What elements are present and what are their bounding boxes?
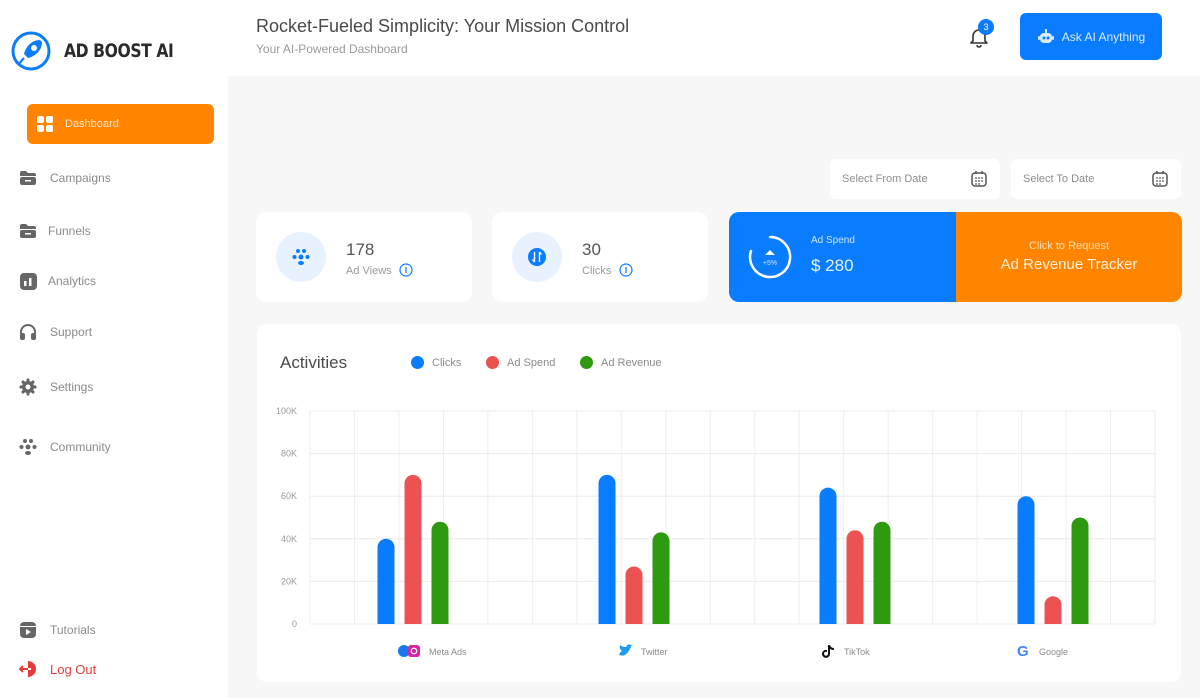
logout-button[interactable]: Log Out <box>18 657 96 681</box>
x-tick-label: TikTok <box>844 647 870 657</box>
swap-icon <box>528 248 546 266</box>
sidebar-item-label: Tutorials <box>50 623 96 637</box>
clicks-icon-circle <box>512 232 562 282</box>
y-tick-label: 20K <box>281 576 297 586</box>
notification-badge: 3 <box>978 19 994 35</box>
bar-ad-spend-google[interactable] <box>1044 596 1062 624</box>
arrow-up-icon <box>765 250 775 255</box>
bar-clicks-tiktok[interactable] <box>819 487 837 624</box>
community-icon <box>18 437 38 457</box>
sidebar-item-label: Settings <box>50 380 94 394</box>
sidebar-item-label: Campaigns <box>50 171 111 185</box>
bar-clicks-meta-ads[interactable] <box>377 538 395 624</box>
revenue-request-label: Click to Request <box>1028 240 1110 252</box>
sidebar-item-label: Funnels <box>48 224 91 238</box>
sidebar-item-label: Log Out <box>50 661 97 677</box>
bar-ad-revenue-meta-ads[interactable] <box>431 521 449 624</box>
sidebar-item-settings[interactable]: Settings <box>18 375 93 399</box>
ad-views-icon-circle <box>276 232 326 282</box>
y-tick-label: 100K <box>276 406 297 416</box>
sidebar-item-label: Community <box>50 440 111 454</box>
sidebar-item-label: Dashboard <box>65 118 119 130</box>
ad-views-label: Ad Views <box>346 265 392 277</box>
x-tick-label: Twitter <box>641 647 668 657</box>
clicks-label: Clicks <box>582 265 612 277</box>
bar-clicks-google[interactable] <box>1017 496 1035 624</box>
bar-ad-spend-meta-ads[interactable] <box>404 474 422 624</box>
ad-views-card: 178 Ad Views <box>256 212 472 302</box>
header: Rocket-Fueled Simplicity: Your Mission C… <box>228 0 1200 76</box>
ad-spend-value: $ 280 <box>811 256 854 275</box>
sidebar-item-analytics[interactable]: Analytics <box>18 269 96 293</box>
clicks-value: 30 <box>582 240 601 259</box>
ask-ai-button[interactable]: Ask AI Anything <box>1020 13 1162 60</box>
y-tick-label: 0 <box>292 619 297 629</box>
twitter-icon <box>619 644 633 656</box>
x-tick-label: Meta Ads <box>429 647 467 657</box>
to-date-input[interactable]: Select To Date <box>1011 159 1181 199</box>
ad-views-value: 178 <box>346 240 375 259</box>
sidebar-item-tutorials[interactable]: Tutorials <box>18 618 96 642</box>
spend-change: +5% <box>763 260 777 267</box>
tiktok-icon <box>822 645 834 658</box>
google-icon: G <box>1017 643 1029 660</box>
from-date-placeholder: Select From Date <box>842 173 928 185</box>
logout-icon <box>18 659 38 679</box>
folder-icon <box>18 221 38 241</box>
headphones-icon <box>18 322 38 342</box>
sidebar: AD BOOST AI Dashboard Campaigns Funnels … <box>0 0 228 698</box>
sidebar-item-label: Support <box>50 325 93 339</box>
calendar-icon <box>971 171 987 187</box>
sidebar-item-campaigns[interactable]: Campaigns <box>18 166 111 190</box>
community-icon <box>292 249 310 265</box>
page-title: Rocket-Fueled Simplicity: Your Mission C… <box>256 16 630 36</box>
progress-ring: +5% <box>748 235 792 279</box>
ad-spend-label: Ad Spend <box>811 235 855 246</box>
robot-icon <box>1037 28 1054 43</box>
calendar-icon <box>1152 171 1168 187</box>
brand-name: AD BOOST AI <box>64 40 174 62</box>
y-tick-label: 60K <box>281 491 297 501</box>
gear-icon <box>18 377 38 397</box>
sidebar-item-dashboard[interactable]: Dashboard <box>27 104 214 144</box>
bar-chart-icon <box>18 271 38 291</box>
clicks-card: 30 Clicks <box>492 212 708 302</box>
grid-icon <box>35 114 55 134</box>
info-icon[interactable] <box>399 263 413 277</box>
x-tick-label: Google <box>1039 647 1068 657</box>
bar-ad-revenue-twitter[interactable] <box>652 532 670 624</box>
sidebar-item-funnels[interactable]: Funnels <box>18 219 91 243</box>
brand[interactable]: AD BOOST AI <box>10 30 197 72</box>
revenue-tracker-label: Ad Revenue Tracker <box>1000 256 1138 273</box>
rocket-icon <box>11 31 51 71</box>
meta-icon <box>398 645 420 657</box>
sidebar-item-support[interactable]: Support <box>18 320 92 344</box>
ask-ai-label: Ask AI Anything <box>1061 29 1146 44</box>
to-date-placeholder: Select To Date <box>1023 173 1095 185</box>
info-icon[interactable] <box>619 263 633 277</box>
bar-ad-revenue-google[interactable] <box>1071 517 1089 625</box>
bar-ad-spend-twitter[interactable] <box>625 566 643 624</box>
ad-revenue-tracker-button[interactable]: Click to Request Ad Revenue Tracker <box>956 212 1182 302</box>
from-date-input[interactable]: Select From Date <box>830 159 1000 199</box>
activities-chart-card: Activities Clicks Ad Spend Ad Revenue 02… <box>257 324 1181 682</box>
bar-chart: 0 20K 40K 60K 80K 100K Meta Ads Twitter TikTok G G… <box>276 406 1156 660</box>
bar-ad-spend-tiktok[interactable] <box>846 530 864 624</box>
video-icon <box>18 620 38 640</box>
sidebar-item-community[interactable]: Community <box>18 435 111 459</box>
page-subtitle: Your AI-Powered Dashboard <box>256 42 408 56</box>
sidebar-item-label: Analytics <box>48 274 97 288</box>
ad-spend-card: +5% Ad Spend $ 280 <box>729 212 956 302</box>
folder-icon <box>18 168 38 188</box>
y-tick-label: 40K <box>281 534 297 544</box>
bar-clicks-twitter[interactable] <box>598 474 616 624</box>
bar-ad-revenue-tiktok[interactable] <box>873 521 891 624</box>
y-tick-label: 80K <box>281 449 297 459</box>
